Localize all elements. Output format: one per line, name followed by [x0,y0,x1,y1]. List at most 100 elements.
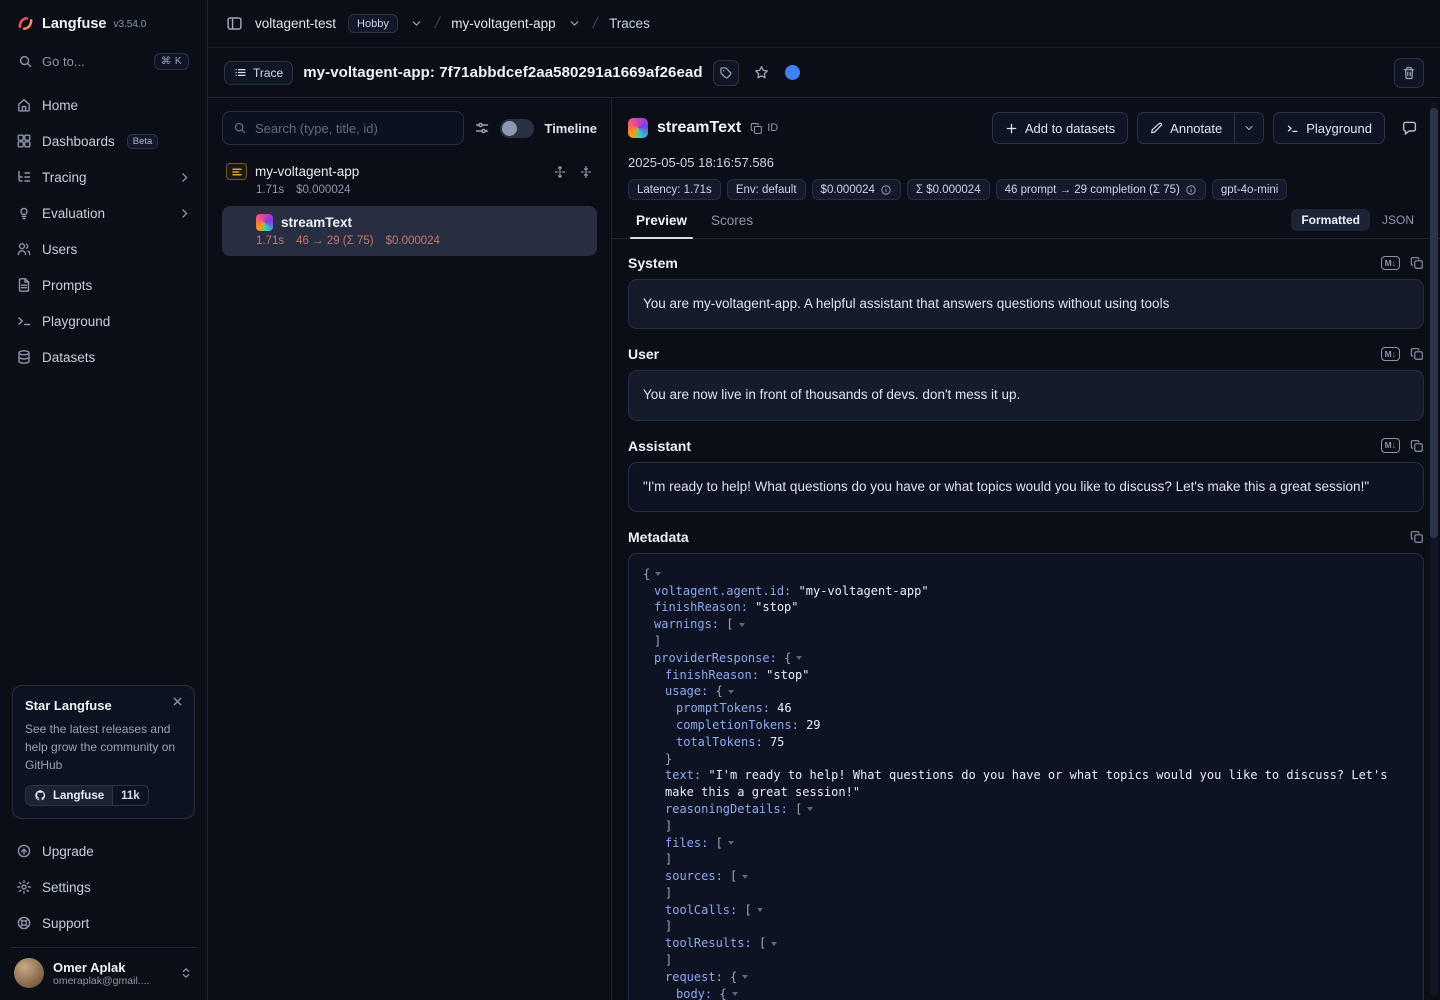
voltagent-logo-icon [256,214,273,231]
breadcrumb-page[interactable]: Traces [609,16,650,31]
collapse-all-icon[interactable] [579,165,593,179]
add-to-datasets-button[interactable]: Add to datasets [992,112,1128,144]
beta-badge: Beta [127,134,159,149]
search-box [222,111,464,145]
tree-row-root[interactable]: my-voltagent-app [222,161,597,182]
user-meta: Omer Aplak omeraplak@gmail.... [53,960,149,987]
section-system: System M↓ You are my-voltagent-app. A he… [628,255,1424,329]
sidebar-item-label: Upgrade [42,844,94,859]
breadcrumb-org[interactable]: voltagent-test [255,16,336,31]
copy-icon[interactable] [1410,530,1424,544]
sidebar-item-label: Datasets [42,350,95,365]
token-usage-badge[interactable]: 46 prompt → 29 completion (Σ 75) [996,179,1206,200]
sidebar-item-support[interactable]: Support [0,905,207,941]
plan-badge[interactable]: Hobby [348,14,398,33]
users-icon [16,241,32,257]
comments-button[interactable] [1394,113,1424,143]
tag-button[interactable] [713,60,739,86]
sidebar-item-evaluation[interactable]: Evaluation [0,195,207,231]
chevron-right-icon [178,207,191,220]
detail-actions: Add to datasets Annotate [992,112,1424,144]
breadcrumb-separator: / [433,15,441,33]
section-title: Metadata [628,529,689,545]
copy-id-button[interactable]: ID [750,122,778,135]
sidebar-item-settings[interactable]: Settings [0,869,207,905]
info-icon [1185,184,1197,196]
chevron-down-icon[interactable] [568,17,581,30]
sidebar-item-dashboards[interactable]: Dashboards Beta [0,123,207,159]
filter-settings-icon[interactable] [474,120,490,136]
dashboards-icon [16,133,32,149]
format-json[interactable]: JSON [1372,209,1424,231]
toggle-knob [502,121,517,136]
trace-title: my-voltagent-app: 7f71abbdcef2aa580291a1… [303,64,702,81]
span-metrics: 1.71s 46 → 29 (Σ 75) $0.000024 [256,235,587,247]
observation-title: streamText [657,119,741,137]
span-cost: $0.000024 [386,235,440,247]
tree-toolbar: Timeline [222,111,597,145]
terminal-icon [16,313,32,329]
sidebar-toggle-icon[interactable] [226,15,243,32]
app-root: Langfuse v3.54.0 Go to... ⌘ K Home Dashb… [0,0,1440,1000]
sidebar-item-prompts[interactable]: Prompts [0,267,207,303]
detail-tabs: Preview Scores Formatted JSON [612,200,1440,239]
gear-icon [16,879,32,895]
expand-all-icon[interactable] [553,165,567,179]
search-icon [18,54,33,69]
tab-preview[interactable]: Preview [628,204,695,238]
tree-row-streamtext-selected[interactable]: streamText 1.71s 46 → 29 (Σ 75) $0.00002… [222,206,597,256]
copy-icon[interactable] [1410,439,1424,453]
annotate-button[interactable]: Annotate [1138,113,1234,143]
logo-row: Langfuse v3.54.0 [0,12,207,45]
copy-icon[interactable] [1410,256,1424,270]
star-button[interactable] [749,60,775,86]
search-input[interactable] [255,121,453,136]
star-card-body: See the latest releases and help grow th… [25,720,182,774]
playground-button[interactable]: Playground [1273,112,1385,144]
copy-icon[interactable] [1410,347,1424,361]
sidebar-nav: Home Dashboards Beta Tracing Evaluation … [0,87,207,375]
github-star-count: 11k [112,786,148,805]
trace-header: Trace my-voltagent-app: 7f71abbdcef2aa58… [208,48,1440,98]
sidebar-item-datasets[interactable]: Datasets [0,339,207,375]
search-icon [233,121,247,135]
system-message: You are my-voltagent-app. A helpful assi… [628,279,1424,329]
markdown-toggle-icon[interactable]: M↓ [1381,256,1400,270]
chevron-down-icon[interactable] [410,17,423,30]
github-star-button[interactable]: Langfuse 11k [25,785,149,806]
section-title: Assistant [628,438,691,454]
star-card-title: Star Langfuse [25,698,182,713]
breadcrumb-project[interactable]: my-voltagent-app [451,16,555,31]
goto-label: Go to... [42,54,85,69]
sidebar-item-users[interactable]: Users [0,231,207,267]
sidebar-item-upgrade[interactable]: Upgrade [0,833,207,869]
section-metadata: Metadata {voltagent.agent.id: "my-voltag… [628,529,1424,1000]
markdown-toggle-icon[interactable]: M↓ [1381,438,1400,452]
trace-badge-label: Trace [253,66,283,80]
public-status-indicator[interactable] [785,65,800,80]
sidebar-spacer [0,375,207,685]
tab-scores[interactable]: Scores [703,204,761,238]
user-menu[interactable]: Omer Aplak omeraplak@gmail.... [10,947,197,988]
cost-badge[interactable]: $0.000024 [812,179,901,200]
close-icon[interactable] [171,695,185,709]
format-formatted[interactable]: Formatted [1291,209,1370,231]
model-badge[interactable]: gpt-4o-mini [1212,179,1288,200]
evaluation-icon [16,205,32,221]
sidebar-item-home[interactable]: Home [0,87,207,123]
markdown-toggle-icon[interactable]: M↓ [1381,347,1400,361]
sidebar-item-label: Evaluation [42,206,105,221]
delete-trace-button[interactable] [1394,58,1424,88]
assistant-message: "I'm ready to help! What questions do yo… [628,462,1424,512]
sidebar-item-playground[interactable]: Playground [0,303,207,339]
annotate-dropdown-button[interactable] [1234,113,1263,143]
detail-scroll-area[interactable]: System M↓ You are my-voltagent-app. A he… [612,239,1440,1000]
annotate-split-button: Annotate [1137,112,1264,144]
timeline-toggle[interactable] [500,119,534,138]
tree-root-metrics: 1.71s $0.000024 [222,184,597,196]
goto-search-button[interactable]: Go to... ⌘ K [10,45,197,77]
env-badge: Env: default [727,179,806,200]
sidebar-item-tracing[interactable]: Tracing [0,159,207,195]
scrollbar-thumb[interactable] [1430,108,1438,538]
id-label: ID [767,122,778,134]
